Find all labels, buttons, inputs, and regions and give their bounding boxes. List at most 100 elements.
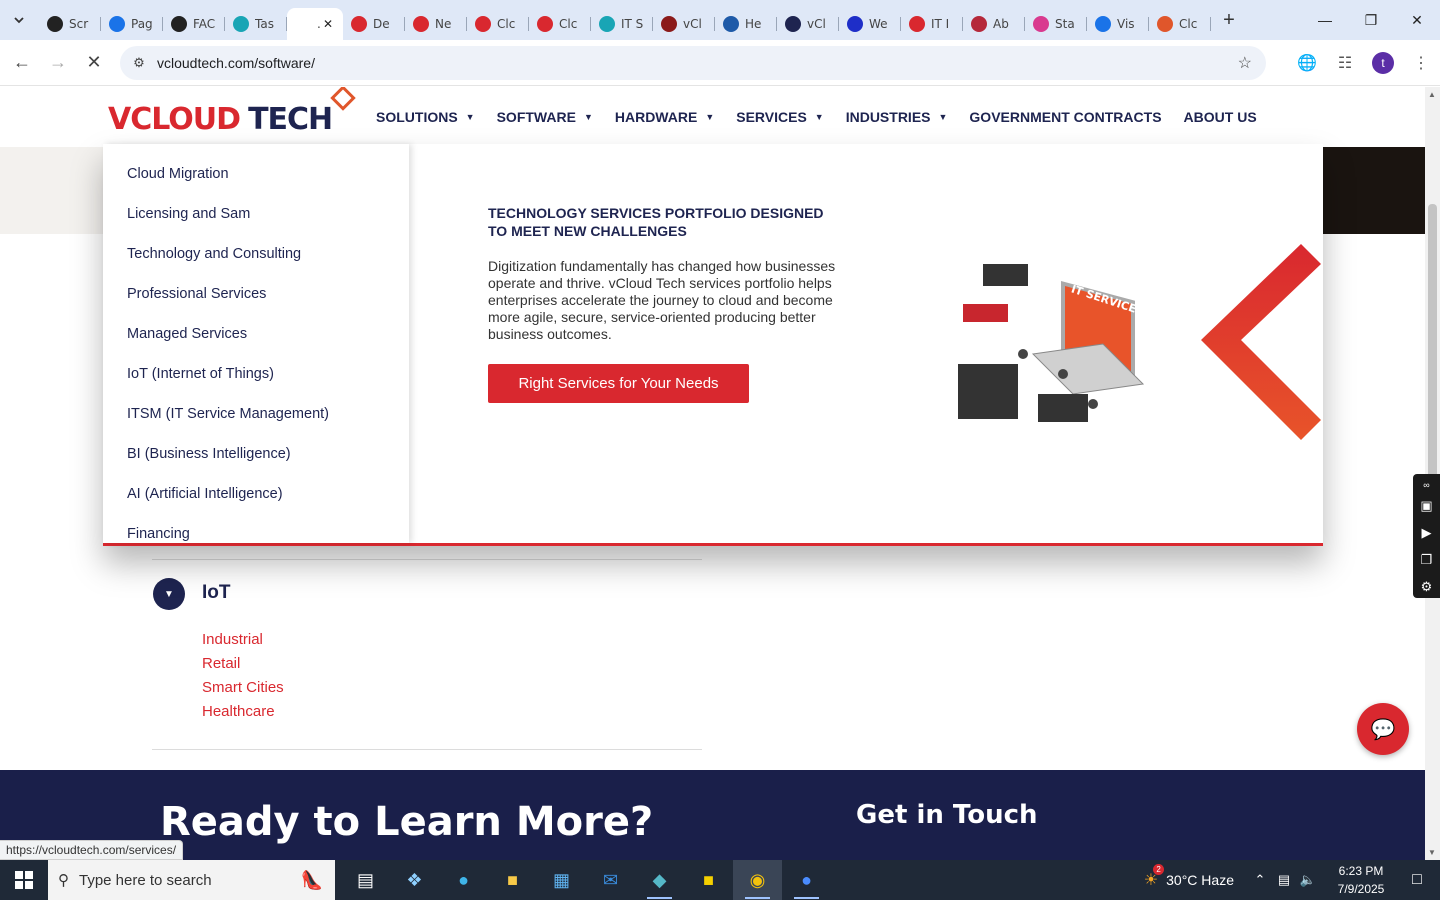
close-window-button[interactable]: ✕ (1394, 0, 1440, 40)
browser-tab[interactable]: Pag (101, 8, 163, 40)
edge-icon[interactable]: ● (439, 860, 488, 900)
mega-menu-item[interactable]: BI (Business Intelligence) (103, 434, 409, 474)
browser-tab[interactable]: FAC (163, 8, 225, 40)
right-services-button[interactable]: Right Services for Your Needs (488, 364, 749, 403)
browser-tab[interactable]: He (715, 8, 777, 40)
window-icon[interactable]: ❐ (1421, 546, 1433, 573)
chrome-menu-icon[interactable]: ⋮ (1402, 45, 1440, 81)
tab-title: Clc (559, 17, 578, 31)
new-tab-button[interactable]: + (1215, 6, 1243, 34)
chrome-icon[interactable]: ◉ (733, 860, 782, 900)
browser-tab[interactable]: vCl (653, 8, 715, 40)
nav-item[interactable]: SOFTWARE ▼ (497, 109, 593, 125)
browser-tab[interactable]: Scr (39, 8, 101, 40)
screen-capture-extension-panel: ∞ ▣ ▶ ❐ ⚙ (1413, 474, 1440, 598)
weather-text: 30°C Haze (1166, 872, 1234, 888)
microsoft-store-icon[interactable]: ▦ (537, 860, 586, 900)
browser-tab[interactable]: Vis (1087, 8, 1149, 40)
accordion-toggle-button[interactable]: ▼ (153, 578, 185, 610)
tab-favicon-icon (1157, 16, 1173, 32)
bookmark-star-icon[interactable]: ☆ (1238, 53, 1252, 73)
search-highlight-icon: 👠 (300, 869, 323, 890)
mega-menu-item[interactable]: Managed Services (103, 314, 409, 354)
browser-tab[interactable]: IT I (901, 8, 963, 40)
browser-tab[interactable]: De (343, 8, 405, 40)
accordion-link[interactable]: Healthcare (202, 702, 284, 726)
clock[interactable]: 6:23 PM 7/9/2025 (1328, 862, 1394, 898)
profile-button[interactable]: t (1364, 45, 1402, 81)
restore-button[interactable]: ❐ (1348, 0, 1394, 40)
notification-center-icon[interactable]: □ (1394, 871, 1440, 889)
browser-tab[interactable]: We (839, 8, 901, 40)
file-explorer-icon[interactable]: ■ (488, 860, 537, 900)
minimize-button[interactable]: — (1302, 0, 1348, 40)
browser-tab[interactable]: . ✕ (287, 8, 343, 40)
back-button[interactable]: ← (4, 45, 40, 81)
scroll-down-icon[interactable]: ▼ (1428, 848, 1436, 857)
tab-title: Sta (1055, 17, 1075, 31)
mega-menu-item[interactable]: AI (Artificial Intelligence) (103, 474, 409, 514)
mega-menu-item[interactable]: Licensing and Sam (103, 194, 409, 234)
stop-loading-button[interactable]: ✕ (76, 45, 112, 81)
mega-menu-item[interactable]: Financing (103, 514, 409, 554)
forward-button[interactable]: → (40, 45, 76, 81)
accordion-link[interactable]: Smart Cities (202, 678, 284, 702)
logo-tech: TECH (248, 102, 333, 137)
nav-item[interactable]: ABOUT US (1184, 109, 1257, 125)
browser-tab[interactable]: Clc (467, 8, 529, 40)
browser-tab[interactable]: Ab (963, 8, 1025, 40)
tab-title: Clc (1179, 17, 1198, 31)
mail-icon[interactable]: ✉ (586, 860, 635, 900)
accordion-link[interactable]: Industrial (202, 630, 284, 654)
show-hidden-icons-icon[interactable]: ⌃ (1248, 872, 1272, 888)
nav-item[interactable]: SOLUTIONS ▼ (376, 109, 475, 125)
link-icon[interactable]: ∞ (1423, 478, 1429, 492)
browser-tab[interactable]: vCl (777, 8, 839, 40)
volume-icon[interactable]: 🔈 (1296, 872, 1320, 888)
url-text[interactable]: vcloudtech.com/software/ (157, 55, 315, 71)
weather-widget[interactable]: ☀ 2 30°C Haze (1144, 864, 1234, 890)
zoom-icon[interactable]: ● (782, 860, 831, 900)
chat-button[interactable]: 💬 (1357, 703, 1409, 755)
section-divider (152, 559, 702, 560)
translate-icon[interactable]: 🌐 (1288, 45, 1326, 81)
copilot-icon[interactable]: ❖ (390, 860, 439, 900)
mega-menu-heading: TECHNOLOGY SERVICES PORTFOLIO DESIGNED T… (488, 205, 824, 239)
video-icon[interactable]: ▶ (1422, 519, 1432, 546)
browser-tab[interactable]: Tas (225, 8, 287, 40)
start-button[interactable] (0, 860, 48, 900)
browser-tab[interactable]: Sta (1025, 8, 1087, 40)
network-icon[interactable]: ▤ (1272, 872, 1296, 888)
nav-item[interactable]: GOVERNMENT CONTRACTS (969, 109, 1161, 125)
site-logo[interactable]: V CLOUD TECH (108, 87, 356, 137)
mega-menu-item[interactable]: Professional Services (103, 274, 409, 314)
tab-search-button[interactable] (5, 6, 33, 34)
mega-menu-item[interactable]: Cloud Migration (103, 154, 409, 194)
scroll-up-icon[interactable]: ▲ (1428, 90, 1436, 99)
nav-item[interactable]: SERVICES ▼ (736, 109, 823, 125)
app-diamond-icon[interactable]: ◆ (635, 860, 684, 900)
browser-tab[interactable]: Clc (1149, 8, 1211, 40)
tab-close-icon[interactable]: ✕ (323, 17, 333, 31)
taskbar-search[interactable]: ⚲ Type here to search 👠 (48, 860, 335, 900)
browser-tab[interactable]: Ne (405, 8, 467, 40)
mega-menu-content: TECHNOLOGY SERVICES PORTFOLIO DESIGNED T… (488, 204, 838, 403)
nav-item[interactable]: INDUSTRIES ▼ (846, 109, 948, 125)
it-service-illustration: IT SERVICE (958, 264, 1145, 422)
mega-menu-item[interactable]: Technology and Consulting (103, 234, 409, 274)
mega-menu-item[interactable]: ITSM (IT Service Management) (103, 394, 409, 434)
camera-icon[interactable]: ▣ (1420, 492, 1432, 519)
accordion-link[interactable]: Retail (202, 654, 284, 678)
scrollbar-thumb[interactable] (1428, 204, 1437, 494)
mega-menu-item[interactable]: IoT (Internet of Things) (103, 354, 409, 394)
address-bar[interactable]: ⚙ vcloudtech.com/software/ ☆ (120, 46, 1266, 80)
extensions-icon[interactable]: ☷ (1326, 45, 1364, 81)
browser-tab[interactable]: Clc (529, 8, 591, 40)
nav-item[interactable]: HARDWARE ▼ (615, 109, 714, 125)
task-view-icon[interactable]: ▤ (341, 860, 390, 900)
browser-tab[interactable]: IT S (591, 8, 653, 40)
settings-gear-icon[interactable]: ⚙ (1421, 573, 1433, 600)
tab-title: vCl (683, 17, 702, 31)
sticky-notes-icon[interactable]: ■ (684, 860, 733, 900)
site-info-icon[interactable]: ⚙ (124, 55, 154, 71)
